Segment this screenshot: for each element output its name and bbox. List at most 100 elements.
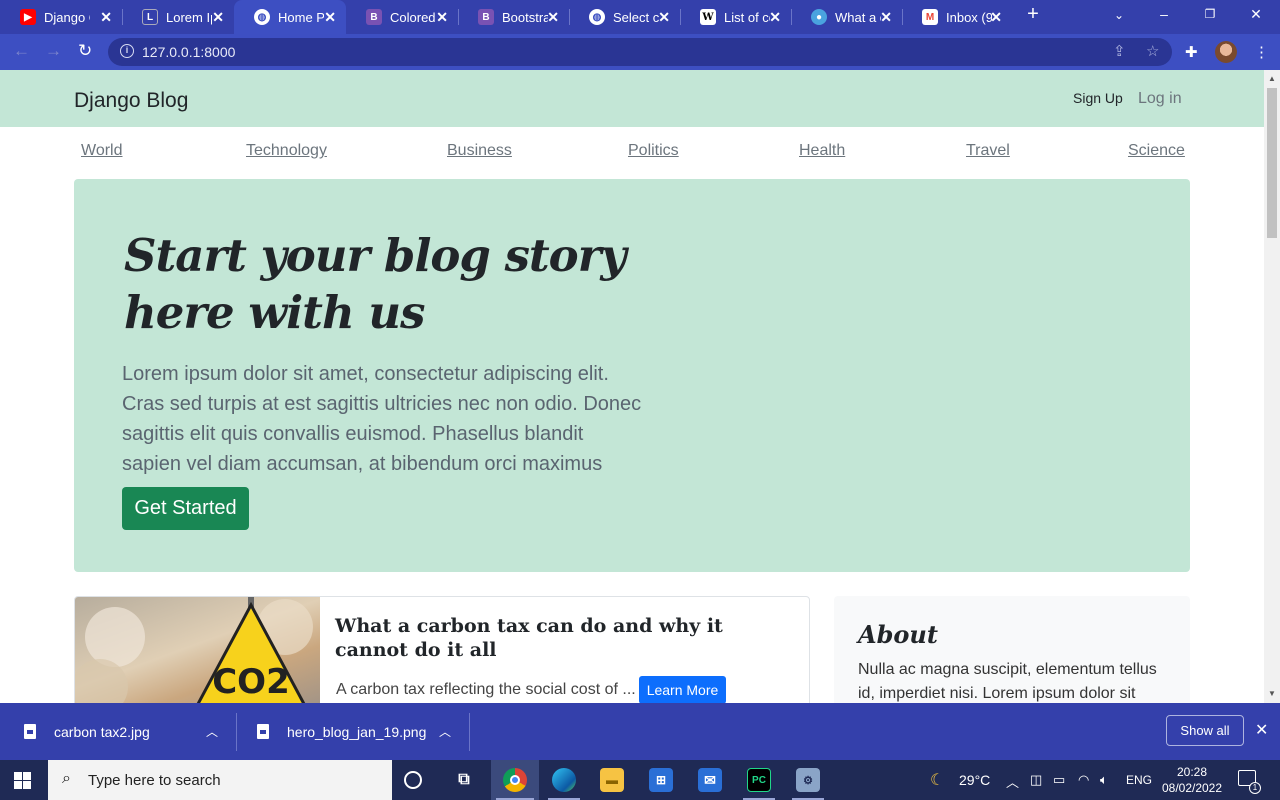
wikipedia-icon: W [700, 9, 716, 25]
hero-title: Start your blog story here with us [124, 229, 627, 339]
chevron-up-icon[interactable]: ︿ [206, 723, 218, 740]
category-link-health[interactable]: Health [799, 142, 845, 160]
close-tab-icon[interactable]: ✕ [880, 9, 892, 26]
minimize-icon[interactable]: – [1154, 6, 1174, 22]
globe-icon: ◍ [589, 9, 605, 25]
browser-tab[interactable]: ● What a c ✕ [791, 0, 902, 34]
category-link-science[interactable]: Science [1128, 142, 1185, 160]
tab-title: Inbox (9 [946, 9, 992, 25]
browser-tab-active[interactable]: ◍ Home Pa ✕ [234, 0, 346, 34]
category-link-travel[interactable]: Travel [966, 142, 1010, 160]
task-view-icon[interactable]: ⧉ [452, 768, 476, 792]
extensions-icon[interactable]: ✚ [1185, 43, 1198, 61]
browser-tab[interactable]: B Bootstrap ✕ [458, 0, 569, 34]
close-icon[interactable]: ✕ [1255, 720, 1268, 740]
taskbar-search-box[interactable]: ⌕ Type here to search [48, 760, 392, 800]
bookmark-star-icon[interactable]: ☆ [1146, 42, 1159, 60]
chevron-up-icon[interactable]: ︿ [439, 723, 451, 740]
close-tab-icon[interactable]: ✕ [436, 9, 448, 26]
reload-icon[interactable]: ↻ [78, 41, 92, 61]
signup-link[interactable]: Sign Up [1073, 90, 1123, 106]
about-title: About [858, 620, 938, 649]
download-separator [236, 713, 237, 751]
browser-tab[interactable]: W List of co ✕ [680, 0, 791, 34]
download-separator [469, 713, 470, 751]
post-title[interactable]: What a carbon tax can do and why it cann… [335, 614, 795, 662]
language-indicator[interactable]: ENG [1126, 773, 1152, 787]
download-item[interactable]: carbon tax2.jpg ︿ [24, 703, 218, 760]
clock-time: 20:28 [1176, 765, 1208, 779]
scroll-up-icon[interactable]: ▲ [1268, 74, 1276, 83]
weather-moon-icon[interactable]: ☾ [930, 770, 944, 790]
page-scrollbar[interactable]: ▲ ▼ [1264, 70, 1280, 703]
back-icon[interactable]: ← [13, 41, 30, 61]
mail-icon[interactable]: ✉ [698, 768, 722, 792]
browser-tab-strip: ▶ Django C ✕ L Lorem Ip ✕ ◍ Home Pa ✕ B … [0, 0, 1280, 34]
wifi-icon[interactable]: ◠ [1078, 772, 1089, 788]
post-excerpt: A carbon tax reflecting the social cost … [336, 681, 636, 698]
file-icon [24, 724, 36, 739]
close-tab-icon[interactable]: ✕ [212, 9, 224, 26]
close-tab-icon[interactable]: ✕ [547, 9, 559, 26]
tab-title: List of co [724, 9, 770, 25]
browser-tab[interactable]: ▶ Django C ✕ [0, 0, 122, 34]
address-bar[interactable]: i 127.0.0.1:8000 ⇪ ☆ [108, 38, 1172, 66]
menu-kebab-icon[interactable]: ⋮ [1254, 43, 1269, 61]
web-page: Django Blog Sign Up Log in World Technol… [0, 70, 1264, 703]
download-filename: carbon tax2.jpg [54, 723, 150, 740]
profile-avatar[interactable] [1215, 41, 1237, 63]
volume-icon[interactable]: 🔈︎ [1100, 772, 1108, 788]
chrome-icon[interactable] [503, 768, 527, 792]
category-link-technology[interactable]: Technology [246, 142, 327, 160]
tab-search-icon[interactable]: ⌄ [1109, 8, 1129, 22]
about-sidebar: About Nulla ac magna suscipit, elementum… [834, 596, 1190, 703]
edge-icon[interactable] [552, 768, 576, 792]
get-started-button[interactable]: Get Started [122, 487, 249, 530]
category-link-politics[interactable]: Politics [628, 142, 679, 160]
login-link[interactable]: Log in [1138, 90, 1182, 108]
store-icon[interactable]: ⊞ [649, 768, 673, 792]
close-tab-icon[interactable]: ✕ [658, 9, 670, 26]
site-brand-link[interactable]: Django Blog [74, 89, 188, 113]
browser-tab[interactable]: M Inbox (9 ✕ [902, 0, 1012, 34]
cortana-icon[interactable] [404, 771, 422, 789]
browser-tab[interactable]: ◍ Select ca ✕ [569, 0, 680, 34]
windows-start-icon[interactable] [14, 772, 31, 789]
restore-icon[interactable]: ❐ [1200, 7, 1220, 21]
learn-more-button[interactable]: Learn More [639, 676, 726, 703]
globe-icon: ◍ [254, 9, 270, 25]
app-icon[interactable]: ⚙ [796, 768, 820, 792]
battery-icon[interactable]: ▭ [1053, 772, 1065, 788]
forward-icon[interactable]: → [45, 41, 62, 61]
category-link-business[interactable]: Business [447, 142, 512, 160]
url-text[interactable]: 127.0.0.1:8000 [142, 44, 235, 60]
close-tab-icon[interactable]: ✕ [100, 9, 112, 26]
chevron-up-icon[interactable]: ︿ [1006, 772, 1019, 791]
close-window-icon[interactable]: ✕ [1246, 6, 1266, 23]
new-tab-icon[interactable]: + [1023, 3, 1043, 26]
show-all-downloads-button[interactable]: Show all [1166, 715, 1244, 746]
close-tab-icon[interactable]: ✕ [990, 9, 1002, 26]
tab-title: Bootstrap [502, 9, 548, 25]
lorem-icon: L [142, 9, 158, 25]
browser-tab[interactable]: B Colored ✕ [346, 0, 458, 34]
share-icon[interactable]: ⇪ [1113, 42, 1126, 60]
post-card: CO2 What a carbon tax can do and why it … [74, 596, 810, 703]
site-info-icon[interactable]: i [120, 44, 134, 58]
hero-text: Lorem ipsum dolor sit amet, consectetur … [122, 363, 642, 475]
tab-title: What a c [835, 9, 881, 25]
download-item[interactable]: hero_blog_jan_19.png ︿ [257, 703, 451, 760]
close-tab-icon[interactable]: ✕ [324, 9, 336, 26]
browser-tab[interactable]: L Lorem Ip ✕ [122, 0, 234, 34]
file-explorer-icon[interactable]: ▬ [600, 768, 624, 792]
scrollbar-thumb[interactable] [1267, 88, 1277, 238]
meet-now-icon[interactable]: ◫ [1030, 772, 1042, 788]
category-link-world[interactable]: World [81, 142, 123, 160]
temperature-text[interactable]: 29°C [959, 772, 990, 788]
close-tab-icon[interactable]: ✕ [769, 9, 781, 26]
pycharm-icon[interactable]: PC [747, 768, 771, 792]
tab-title: Django C [44, 9, 90, 25]
scroll-down-icon[interactable]: ▼ [1268, 689, 1276, 698]
post-image[interactable]: CO2 [75, 597, 320, 703]
taskbar-clock[interactable]: 20:28 08/02/2022 [1160, 764, 1224, 796]
